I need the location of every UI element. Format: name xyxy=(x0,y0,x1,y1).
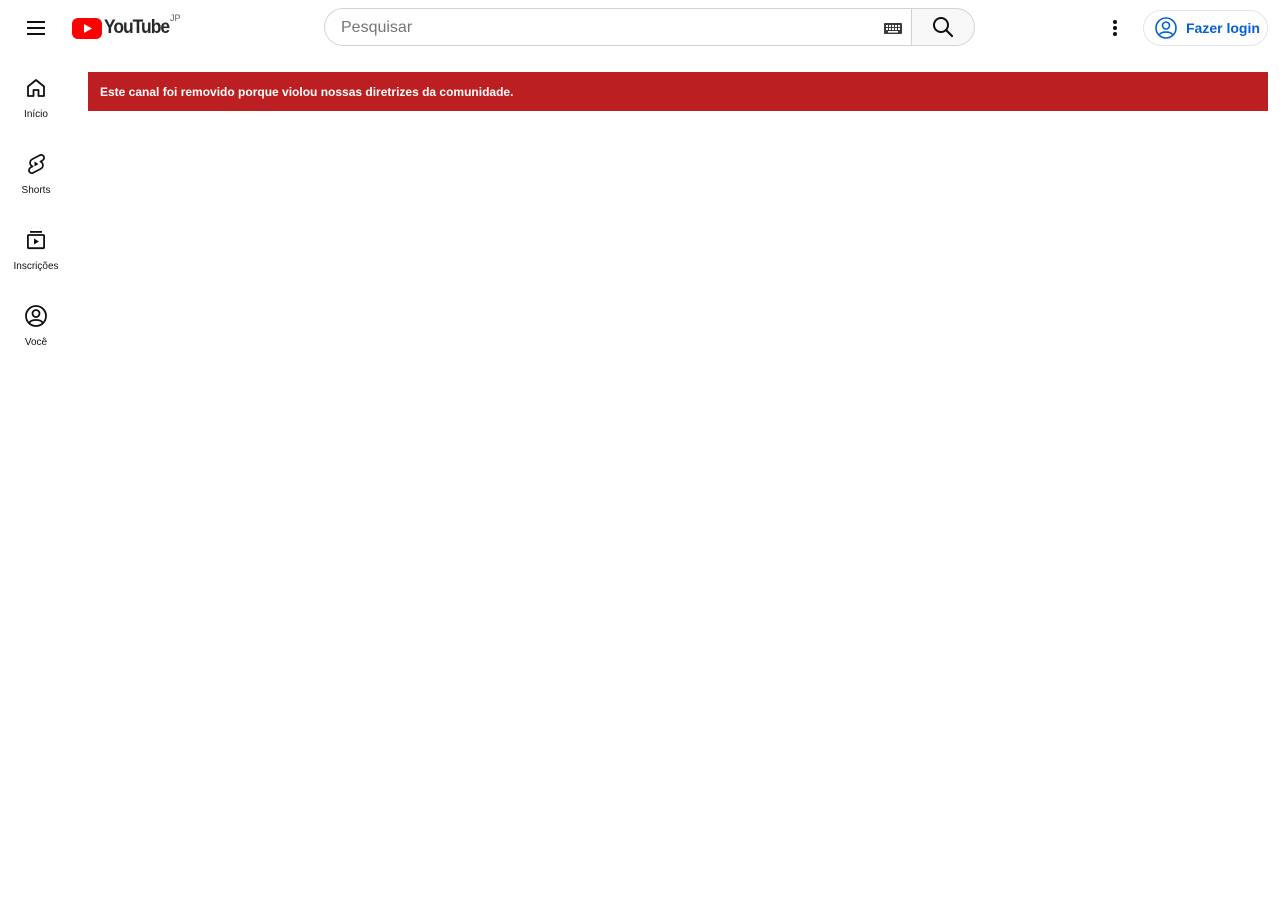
sidebar-item-subscriptions[interactable]: Inscrições xyxy=(4,210,68,284)
guide-menu-button[interactable] xyxy=(16,8,56,48)
search-input[interactable] xyxy=(341,9,861,47)
sign-in-button[interactable]: Fazer login xyxy=(1143,10,1268,46)
account-circle-icon xyxy=(1155,17,1177,39)
country-code: JP xyxy=(170,13,181,23)
sign-in-label: Fazer login xyxy=(1186,20,1260,36)
subscriptions-icon xyxy=(27,231,46,250)
more-vertical-icon xyxy=(1113,20,1117,36)
mini-guide: Início Shorts Inscrições Você xyxy=(4,56,68,360)
sidebar-item-label: Shorts xyxy=(21,185,51,196)
sidebar-item-label: Inscrições xyxy=(13,261,59,272)
search-icon xyxy=(933,17,954,38)
sidebar-item-home[interactable]: Início xyxy=(4,58,68,132)
sidebar-item-shorts[interactable]: Shorts xyxy=(4,134,68,208)
search-button[interactable] xyxy=(911,8,975,46)
youtube-logo[interactable]: YouTube xyxy=(72,17,175,39)
youtube-play-icon xyxy=(72,17,102,39)
keyboard-icon[interactable] xyxy=(883,20,903,36)
sidebar-item-label: Início xyxy=(24,109,48,120)
sidebar-item-you[interactable]: Você xyxy=(4,286,68,360)
channel-removed-alert: Este canal foi removido porque violou no… xyxy=(88,72,1268,111)
shorts-icon xyxy=(28,154,45,174)
you-icon xyxy=(25,305,47,327)
home-icon xyxy=(27,79,45,97)
masthead: YouTube JP Pesquisar Fazer login xyxy=(0,0,1284,56)
alert-message: Este canal foi removido porque violou no… xyxy=(100,84,514,99)
sidebar-item-label: Você xyxy=(24,337,48,348)
search-box xyxy=(324,8,911,47)
logo-wordmark: YouTube xyxy=(104,17,170,38)
hamburger-menu-icon xyxy=(27,21,45,35)
settings-menu-button[interactable] xyxy=(1095,8,1135,48)
